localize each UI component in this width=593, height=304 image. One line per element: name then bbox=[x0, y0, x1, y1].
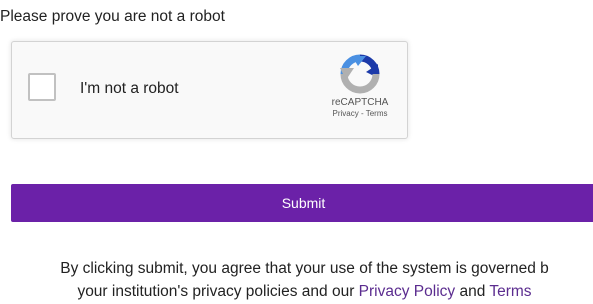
recaptcha-branding: reCAPTCHA Privacy - Terms bbox=[324, 48, 396, 118]
privacy-policy-link[interactable]: Privacy Policy bbox=[359, 283, 455, 300]
not-robot-label: I'm not a robot bbox=[80, 80, 179, 97]
recaptcha-widget: I'm not a robot reCAPTCHA Privacy - Term… bbox=[11, 41, 408, 139]
not-robot-checkbox[interactable] bbox=[28, 73, 56, 101]
submit-button[interactable]: Submit bbox=[11, 184, 593, 222]
legal-line-2-text: your institution's privacy policies and … bbox=[77, 283, 359, 300]
terms-link[interactable]: Terms bbox=[489, 283, 531, 300]
legal-line-1: By clicking submit, you agree that your … bbox=[60, 260, 549, 277]
legal-line-2: your institution's privacy policies and … bbox=[0, 280, 593, 303]
robot-prompt: Please prove you are not a robot bbox=[0, 8, 225, 25]
legal-notice: By clicking submit, you agree that your … bbox=[0, 257, 593, 303]
recaptcha-links-separator: - bbox=[358, 109, 366, 118]
recaptcha-links: Privacy - Terms bbox=[324, 109, 396, 118]
recaptcha-privacy-link[interactable]: Privacy bbox=[333, 109, 359, 118]
legal-and-text: and bbox=[455, 283, 490, 300]
recaptcha-terms-link[interactable]: Terms bbox=[366, 109, 388, 118]
recaptcha-logo-icon bbox=[340, 54, 380, 94]
recaptcha-brand-text: reCAPTCHA bbox=[331, 97, 389, 108]
